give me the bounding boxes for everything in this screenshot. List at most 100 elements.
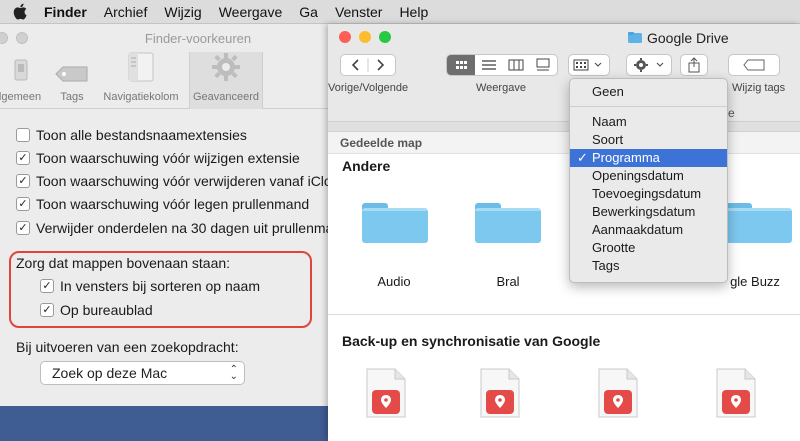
menu-wijzig[interactable]: Wijzig — [164, 4, 201, 20]
search-heading: Bij uitvoeren van een zoekopdracht: — [16, 339, 239, 355]
tab-label: Navigatiekolom — [103, 91, 179, 103]
section-title-backup: Back-up en synchronisatie van Google — [342, 333, 601, 349]
menu-weergave[interactable]: Weergave — [219, 4, 283, 20]
popup-value: Zoek op deze Mac — [52, 365, 168, 381]
folders-heading: Zorg dat mappen bovenaan staan: — [16, 255, 231, 271]
option-label: Toon waarschuwing vóór legen prullenmand — [36, 196, 310, 212]
option-remove-30days[interactable]: ✓ Verwijder onderdelen na 30 dagen uit p… — [16, 220, 333, 236]
checkmark-icon: ✓ — [577, 150, 588, 165]
checkbox-checked[interactable]: ✓ — [16, 197, 30, 211]
icon-view-button[interactable] — [447, 55, 475, 75]
minimize-button[interactable] — [359, 31, 371, 43]
option-label: Toon waarschuwing vóór verwijderen vanaf… — [36, 173, 332, 189]
menu-separator — [570, 106, 727, 107]
menu-item-programma[interactable]: ✓ Programma — [570, 149, 727, 167]
folder-label[interactable]: Audio — [349, 274, 439, 289]
option-label: Verwijder onderdelen na 30 dagen uit pru… — [36, 220, 334, 236]
menu-item-label: Programma — [592, 150, 660, 165]
map-document-icon[interactable] — [716, 368, 756, 418]
view-segmented-control[interactable] — [446, 54, 558, 76]
menu-item-openingsdatum[interactable]: Openingsdatum — [570, 167, 727, 185]
tab-label: Tags — [60, 91, 84, 103]
prefs-titlebar: Finder-voorkeuren — [0, 24, 336, 52]
tags-button[interactable] — [728, 54, 780, 76]
general-icon — [9, 58, 31, 85]
sort-menu: Geen Naam Soort ✓ Programma Openingsdatu… — [569, 78, 728, 283]
gear-icon — [211, 52, 241, 85]
map-document-icon[interactable] — [480, 368, 520, 418]
tab-geavanceerd[interactable]: Geavanceerd — [189, 52, 263, 109]
option-label: Toon alle bestandsnaamextensies — [36, 127, 247, 143]
map-document-icon[interactable] — [598, 368, 638, 418]
option-folders-desktop[interactable]: ✓ Op bureaublad — [40, 302, 153, 318]
group-button[interactable] — [568, 54, 610, 76]
checkbox-checked[interactable]: ✓ — [40, 279, 54, 293]
apple-menu-icon[interactable] — [12, 3, 28, 21]
menu-help[interactable]: Help — [399, 4, 428, 20]
checkbox-checked[interactable]: ✓ — [40, 303, 54, 317]
menu-item-geen[interactable]: Geen — [570, 83, 727, 101]
checkbox-checked[interactable]: ✓ — [16, 151, 30, 165]
minimize-button[interactable] — [16, 32, 28, 44]
path-bar — [328, 122, 800, 132]
list-view-icon[interactable] — [481, 58, 497, 75]
option-label: In vensters bij sorteren op naam — [60, 278, 260, 294]
folder-label[interactable]: Bral — [463, 274, 553, 289]
gallery-view-icon[interactable] — [535, 58, 551, 75]
checkbox-checked[interactable]: ✓ — [16, 221, 30, 235]
option-warn-trash[interactable]: ✓ Toon waarschuwing vóór legen prullenma… — [16, 196, 309, 212]
tab-label: lgemeen — [0, 91, 42, 103]
menu-finder[interactable]: Finder — [44, 4, 87, 20]
folder-icon[interactable] — [362, 203, 428, 243]
view-label: Weergave — [476, 82, 526, 94]
map-document-icon[interactable] — [366, 368, 406, 418]
option-warn-icloud[interactable]: ✓ Toon waarschuwing vóór verwijderen van… — [16, 173, 332, 189]
menu-venster[interactable]: Venster — [335, 4, 382, 20]
folder-icon[interactable] — [726, 203, 792, 243]
checkbox-checked[interactable]: ✓ — [16, 174, 30, 188]
finder-titlebar: Google Drive — [328, 24, 800, 50]
tab-navigatiekolom[interactable]: Navigatiekolom — [98, 52, 184, 109]
sidebar-icon — [128, 52, 154, 85]
search-scope-popup[interactable]: Zoek op deze Mac ⌃ ⌄ — [40, 361, 245, 385]
tags-label: Wijzig tags — [732, 82, 786, 94]
option-warn-extension[interactable]: ✓ Toon waarschuwing vóór wijzigen extens… — [16, 150, 300, 166]
shared-folder-bar: Gedeelde map — [328, 132, 800, 154]
menu-ga[interactable]: Ga — [299, 4, 318, 20]
close-button[interactable] — [339, 31, 351, 43]
option-show-extensions[interactable]: Toon alle bestandsnaamextensies — [16, 127, 247, 143]
folder-icon — [628, 30, 642, 46]
chevron-updown-icon: ⌃ ⌄ — [229, 364, 238, 382]
tab-tags[interactable]: Tags — [52, 52, 92, 109]
checkbox[interactable] — [16, 128, 30, 142]
folder-icon[interactable] — [475, 203, 541, 243]
finder-preferences-window: Finder-voorkeuren lgemeen Tags Navigatie… — [0, 24, 336, 406]
tag-icon — [55, 66, 89, 85]
menu-item-toevoegingsdatum[interactable]: Toevoegingsdatum — [570, 185, 727, 203]
share-button[interactable] — [680, 54, 708, 76]
action-button[interactable] — [626, 54, 672, 76]
column-header-partial: e — [728, 106, 735, 120]
menu-item-tags[interactable]: Tags — [570, 257, 727, 275]
tab-label: Geavanceerd — [192, 91, 260, 103]
option-folders-sorting[interactable]: ✓ In vensters bij sorteren op naam — [40, 278, 260, 294]
menu-item-soort[interactable]: Soort — [570, 131, 727, 149]
zoom-button[interactable] — [379, 31, 391, 43]
menu-archief[interactable]: Archief — [104, 4, 148, 20]
back-forward-button[interactable] — [340, 54, 396, 76]
tab-algemeen[interactable]: lgemeen — [0, 52, 42, 109]
menu-item-bewerkingsdatum[interactable]: Bewerkingsdatum — [570, 203, 727, 221]
finder-window: Google Drive Vorige/Volgende Weergave Wi… — [328, 24, 800, 441]
close-button[interactable] — [0, 32, 8, 44]
menu-item-naam[interactable]: Naam — [570, 113, 727, 131]
section-title-other: Andere — [342, 158, 391, 174]
column-view-icon[interactable] — [508, 58, 524, 75]
prefs-title: Finder-voorkeuren — [144, 31, 252, 46]
menu-item-grootte[interactable]: Grootte — [570, 239, 727, 257]
menu-item-aanmaakdatum[interactable]: Aanmaakdatum — [570, 221, 727, 239]
option-label: Op bureaublad — [60, 302, 153, 318]
prefs-toolbar: lgemeen Tags Navigatiekolom Geavanceerd — [0, 52, 336, 109]
section-divider — [328, 314, 800, 315]
window-title-text: Google Drive — [647, 30, 729, 46]
option-label: Toon waarschuwing vóór wijzigen extensie — [36, 150, 300, 166]
